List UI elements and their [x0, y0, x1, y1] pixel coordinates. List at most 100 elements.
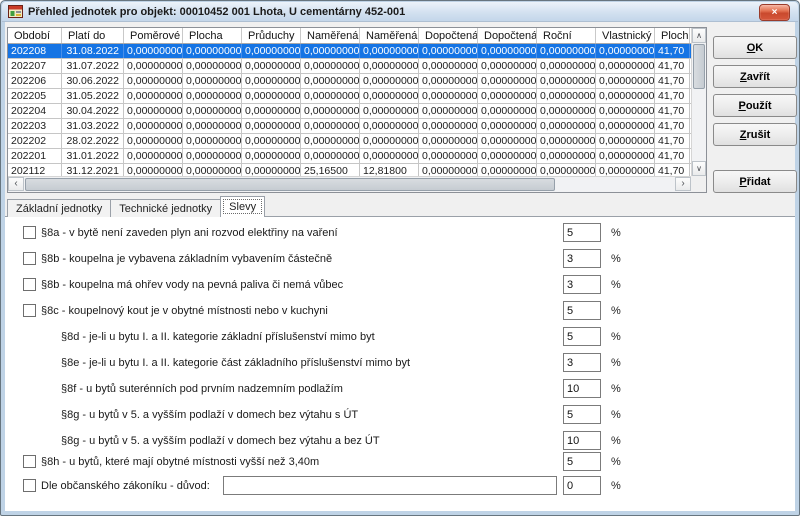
table-cell: 41,70	[655, 59, 690, 73]
table-cell: 0,00000000	[419, 59, 478, 73]
discount-checkbox[interactable]	[23, 252, 36, 265]
close-button[interactable]: ×	[759, 4, 790, 21]
table-cell: 0,00000000	[478, 119, 537, 133]
table-row[interactable]: 20220731.07.20220,000000000,000000000,00…	[8, 59, 691, 74]
grid-header: ObdobíPlatí doPoměrovéPlochaPrůduchyNamě…	[8, 28, 691, 44]
table-cell: 0,00000000	[419, 149, 478, 163]
reason-input[interactable]	[223, 476, 557, 495]
vertical-scrollbar[interactable]: ∧ ∨	[691, 28, 706, 176]
column-header[interactable]: Naměřená	[360, 28, 419, 44]
column-header[interactable]: Platí do	[62, 28, 124, 44]
table-cell: 41,70	[655, 164, 690, 176]
discount-checkbox[interactable]	[23, 226, 36, 239]
table-cell: 0,00000000	[360, 44, 419, 58]
table-row[interactable]: 20220228.02.20220,000000000,000000000,00…	[8, 134, 691, 149]
discount-percent-input[interactable]	[563, 379, 601, 398]
discount-percent-input[interactable]	[563, 476, 601, 495]
discount-percent-input[interactable]	[563, 223, 601, 242]
discount-checkbox[interactable]	[23, 278, 36, 291]
percent-unit-label: %	[611, 223, 621, 242]
column-header[interactable]: Dopočtená	[478, 28, 537, 44]
table-cell: 0,00000000	[596, 149, 655, 163]
cancel-button[interactable]: Zrušit	[713, 123, 797, 146]
percent-unit-label: %	[611, 379, 621, 398]
table-cell: 0,00000000	[124, 134, 183, 148]
table-cell: 0,00000000	[183, 164, 242, 176]
close-icon: ×	[772, 7, 778, 18]
table-row[interactable]: 20220531.05.20220,000000000,000000000,00…	[8, 89, 691, 104]
table-cell: 0,00000000	[537, 119, 596, 133]
tab-slevy[interactable]: Slevy	[220, 196, 265, 217]
percent-unit-label: %	[611, 301, 621, 320]
table-row[interactable]: 20220331.03.20220,000000000,000000000,00…	[8, 119, 691, 134]
discount-label: §8g - u bytů v 5. a vyšším podlaží v dom…	[61, 405, 358, 425]
column-header[interactable]: Vlastnický	[596, 28, 655, 44]
table-cell: 0,00000000	[419, 104, 478, 118]
horizontal-scrollbar-thumb[interactable]	[25, 178, 555, 191]
horizontal-scrollbar[interactable]: ‹ ›	[8, 176, 691, 192]
column-header[interactable]: Dopočtená	[419, 28, 478, 44]
discount-row: §8b - koupelna je vybavena základním vyb…	[5, 249, 795, 270]
table-cell: 0,00000000	[301, 149, 360, 163]
table-row[interactable]: 20220630.06.20220,000000000,000000000,00…	[8, 74, 691, 89]
table-cell: 0,00000000	[596, 44, 655, 58]
apply-button[interactable]: Použít	[713, 94, 797, 117]
title-bar[interactable]: Přehled jednotek pro objekt: 00010452 00…	[2, 2, 798, 22]
discount-percent-input[interactable]	[563, 405, 601, 424]
discount-percent-input[interactable]	[563, 353, 601, 372]
table-cell: 41,70	[655, 134, 690, 148]
table-row[interactable]: 20220430.04.20220,000000000,000000000,00…	[8, 104, 691, 119]
discount-row: §8h - u bytů, které mají obytné místnost…	[5, 452, 795, 473]
table-cell: 41,70	[655, 149, 690, 163]
discount-label: §8b - koupelna je vybavena základním vyb…	[41, 249, 332, 269]
close-dialog-button[interactable]: Zavřít	[713, 65, 797, 88]
tab-technicke-jednotky[interactable]: Technické jednotky	[110, 199, 221, 217]
scroll-down-button[interactable]: ∨	[692, 161, 706, 176]
column-header[interactable]: Období	[8, 28, 62, 44]
scroll-left-button[interactable]: ‹	[8, 177, 24, 191]
table-row[interactable]: 20211231.12.20210,000000000,000000000,00…	[8, 164, 691, 176]
discount-percent-input[interactable]	[563, 249, 601, 268]
table-cell: 0,00000000	[478, 164, 537, 176]
column-header[interactable]: Naměřená	[301, 28, 360, 44]
table-cell: 0,00000000	[478, 59, 537, 73]
table-cell: 0,00000000	[301, 44, 360, 58]
percent-unit-label: %	[611, 353, 621, 372]
column-header[interactable]: Poměrové	[124, 28, 183, 44]
column-header[interactable]: Ploch	[655, 28, 690, 44]
column-header[interactable]: Roční	[537, 28, 596, 44]
grid-body: 20220831.08.20220,000000000,000000000,00…	[8, 44, 691, 176]
discount-checkbox[interactable]	[23, 479, 36, 492]
table-cell: 30.04.2022	[62, 104, 124, 118]
column-header[interactable]: Průduchy	[242, 28, 301, 44]
table-cell: 0,00000000	[301, 59, 360, 73]
table-cell: 202207	[8, 59, 62, 73]
discount-percent-input[interactable]	[563, 301, 601, 320]
discount-percent-input[interactable]	[563, 431, 601, 450]
scroll-up-button[interactable]: ∧	[692, 28, 706, 43]
table-cell: 41,70	[655, 74, 690, 88]
discount-percent-input[interactable]	[563, 452, 601, 471]
ok-button[interactable]: OK	[713, 36, 797, 59]
table-cell: 0,00000000	[301, 119, 360, 133]
table-cell: 202201	[8, 149, 62, 163]
add-button[interactable]: Přidat	[713, 170, 797, 193]
scroll-left-icon: ‹	[14, 179, 17, 189]
table-cell: 0,00000000	[419, 164, 478, 176]
scroll-down-icon: ∨	[696, 165, 702, 173]
table-row[interactable]: 20220831.08.20220,000000000,000000000,00…	[8, 44, 691, 59]
discount-percent-input[interactable]	[563, 327, 601, 346]
tab-zakladni-jednotky[interactable]: Základní jednotky	[7, 199, 111, 217]
discount-percent-input[interactable]	[563, 275, 601, 294]
table-cell: 30.06.2022	[62, 74, 124, 88]
table-cell: 0,00000000	[242, 149, 301, 163]
column-header[interactable]: Plocha	[183, 28, 242, 44]
scroll-right-button[interactable]: ›	[675, 177, 691, 191]
discount-checkbox[interactable]	[23, 455, 36, 468]
discount-checkbox[interactable]	[23, 304, 36, 317]
table-cell: 0,00000000	[360, 134, 419, 148]
table-cell: 28.02.2022	[62, 134, 124, 148]
vertical-scrollbar-thumb[interactable]	[693, 44, 705, 89]
table-row[interactable]: 20220131.01.20220,000000000,000000000,00…	[8, 149, 691, 164]
app-icon	[8, 5, 23, 18]
